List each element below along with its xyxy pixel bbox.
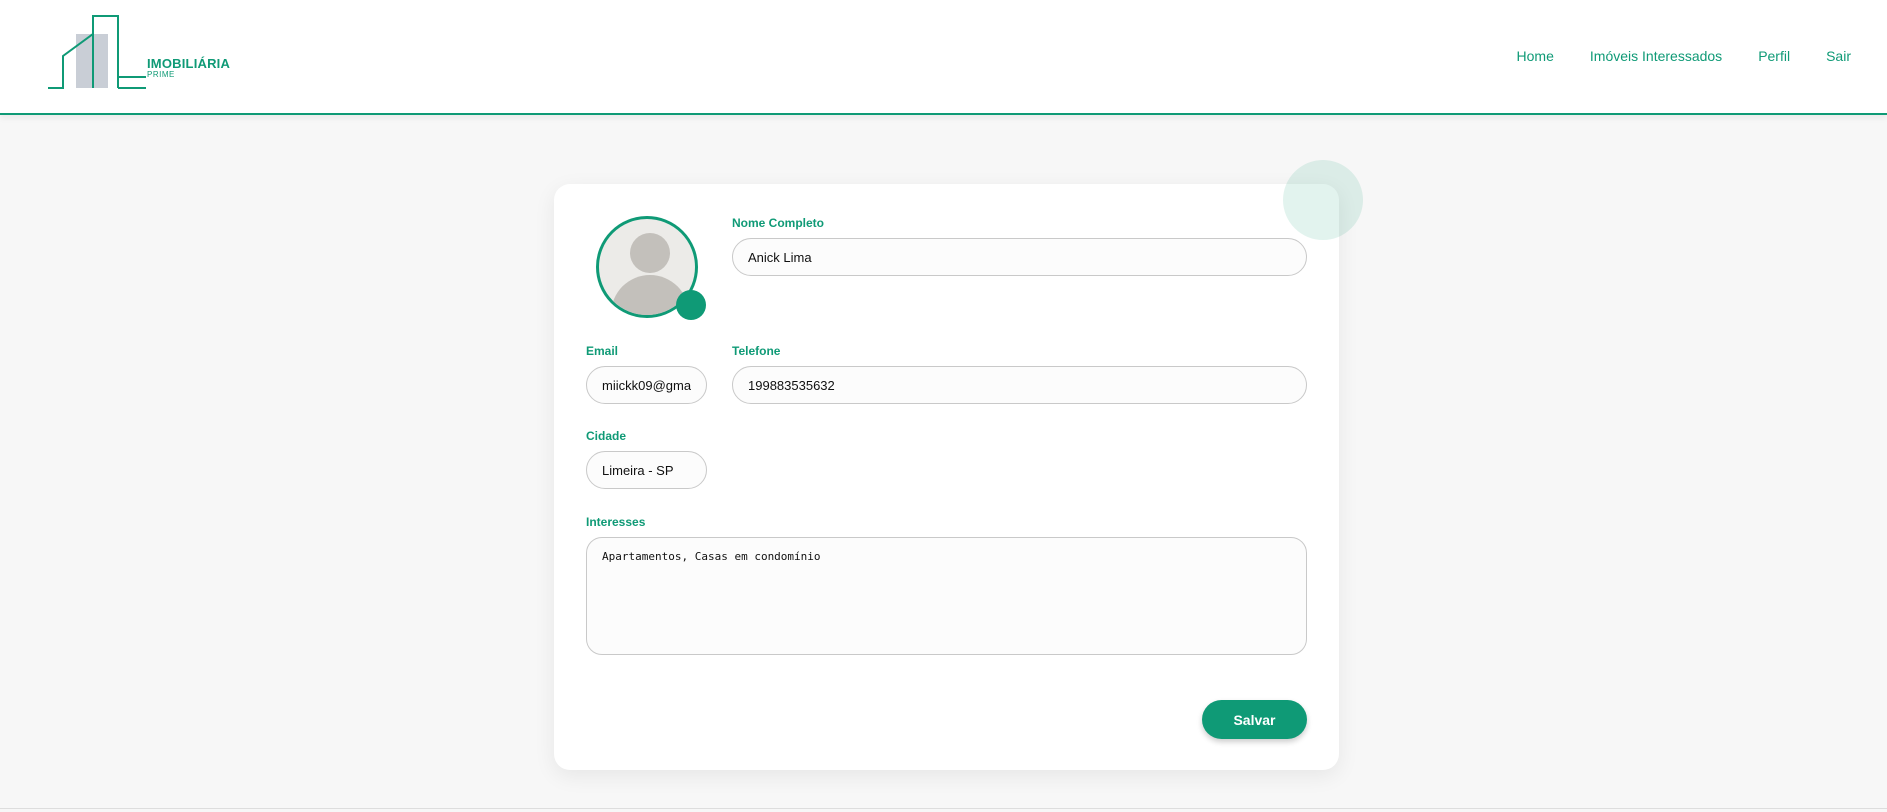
buildings-logo-icon bbox=[48, 15, 146, 89]
nome-input[interactable] bbox=[732, 238, 1307, 276]
avatar-edit-dot[interactable] bbox=[676, 290, 706, 320]
email-label: Email bbox=[586, 344, 619, 358]
top-header: IMOBILIÁRIA PRIME Home Imóveis Interessa… bbox=[0, 0, 1887, 115]
avatar-head bbox=[630, 233, 670, 273]
footer-divider bbox=[0, 808, 1887, 809]
nome-label: Nome Completo bbox=[732, 216, 825, 230]
telefone-label: Telefone bbox=[732, 344, 781, 358]
cidade-label: Cidade bbox=[586, 429, 627, 443]
save-button[interactable]: Salvar bbox=[1202, 700, 1307, 739]
nav-home[interactable]: Home bbox=[1517, 48, 1554, 64]
brand-name: IMOBILIÁRIA bbox=[147, 56, 231, 71]
nav-perfil[interactable]: Perfil bbox=[1758, 48, 1790, 64]
decorative-circle bbox=[1283, 160, 1363, 240]
brand-subtitle: PRIME bbox=[147, 70, 175, 79]
nav-sair[interactable]: Sair bbox=[1826, 48, 1851, 64]
telefone-input[interactable] bbox=[732, 366, 1307, 404]
profile-card: Nome Completo Email Telefone Cidade Inte… bbox=[554, 184, 1339, 770]
cidade-input[interactable] bbox=[586, 451, 707, 489]
interesses-textarea[interactable]: Apartamentos, Casas em condomínio bbox=[586, 537, 1307, 655]
interesses-label: Interesses bbox=[586, 515, 646, 529]
email-input[interactable] bbox=[586, 366, 707, 404]
nav-imoveis-interessados[interactable]: Imóveis Interessados bbox=[1590, 48, 1722, 64]
main-nav: Home Imóveis Interessados Perfil Sair bbox=[1517, 48, 1851, 64]
brand-logo[interactable]: IMOBILIÁRIA PRIME bbox=[46, 12, 236, 92]
